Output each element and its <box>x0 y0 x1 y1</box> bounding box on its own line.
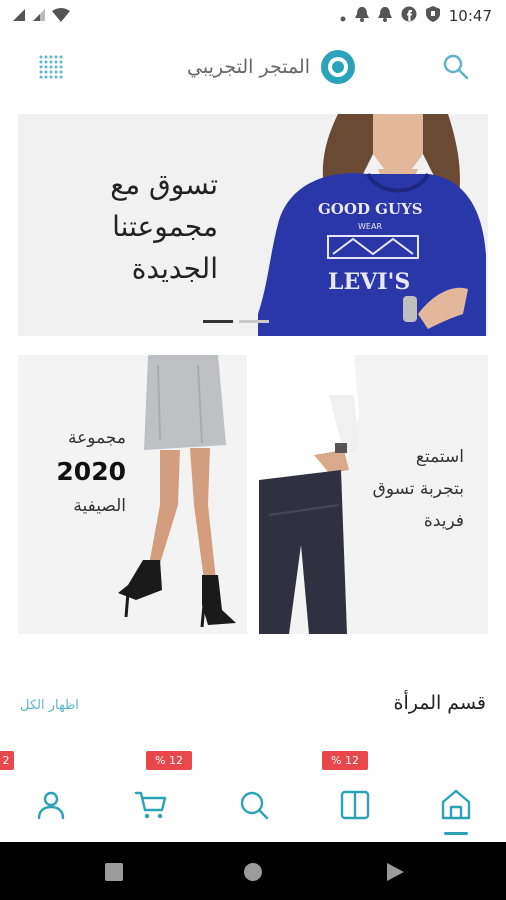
section-title: قسم المرأة <box>393 692 487 714</box>
hero-model-image: GOOD GUYS WEAR LEVI'S <box>258 114 488 336</box>
app-bar: المتجر التجريبي <box>0 40 506 92</box>
promo-experience-line1: استمتع <box>415 447 464 467</box>
signal-alt-icon <box>32 7 46 26</box>
svg-text:GOOD GUYS: GOOD GUYS <box>318 200 423 218</box>
promo-card-summer[interactable]: مجموعة 2020 الصيفية <box>18 355 247 634</box>
discount-badge: % 12 <box>322 751 368 770</box>
bell-icon <box>377 6 392 26</box>
recents-icon[interactable] <box>104 862 124 886</box>
bottom-navigation <box>0 772 506 840</box>
promo-experience-text: استمتع بتجربة تسوق فريدة <box>324 441 464 537</box>
shield-icon <box>425 6 440 26</box>
columns-icon[interactable] <box>338 788 372 822</box>
store-name: المتجر التجريبي <box>187 56 310 78</box>
show-all-link[interactable]: اظهار الكل <box>20 698 79 713</box>
search-icon[interactable] <box>237 788 271 822</box>
home-icon[interactable] <box>439 788 473 822</box>
wifi-icon <box>52 7 70 26</box>
hero-banner[interactable]: تسوق مع مجموعتنا الجديدة GOOD GUYS WEAR … <box>18 114 488 336</box>
pagination-dot-active[interactable] <box>203 320 233 323</box>
signal-icon <box>12 7 26 26</box>
app-logo: المتجر التجريبي <box>187 49 356 85</box>
promo-experience-line3: فريدة <box>423 511 464 531</box>
search-icon[interactable] <box>442 53 470 81</box>
facebook-icon <box>401 6 417 26</box>
discount-badge: % 12 <box>146 751 192 770</box>
bell-icon <box>354 6 369 26</box>
back-icon[interactable] <box>385 862 405 886</box>
svg-text:WEAR: WEAR <box>358 222 382 231</box>
promo-legs-image <box>98 355 247 634</box>
dot-icon <box>340 7 346 26</box>
ring-logo-icon <box>320 49 356 85</box>
hero-pagination <box>203 320 269 323</box>
cart-icon[interactable] <box>134 788 168 822</box>
user-icon[interactable] <box>34 788 68 822</box>
pagination-dot[interactable] <box>239 320 269 323</box>
system-navigation-bar <box>0 842 506 900</box>
home-circle-icon[interactable] <box>243 862 263 886</box>
status-time: 10:47 <box>448 7 492 25</box>
promo-card-experience[interactable]: استمتع بتجربة تسوق فريدة <box>259 355 488 634</box>
status-bar: 10:47 <box>0 0 506 32</box>
discount-badge: 2 <box>0 751 14 770</box>
svg-text:LEVI'S: LEVI'S <box>328 269 410 295</box>
grid-dots-icon[interactable] <box>38 54 64 80</box>
promo-experience-line2: بتجربة تسوق <box>372 479 464 499</box>
women-section-header: قسم المرأة اظهار الكل <box>0 690 506 724</box>
active-tab-indicator <box>444 832 468 835</box>
hero-text: تسوق مع مجموعتنا الجديدة <box>110 168 218 285</box>
